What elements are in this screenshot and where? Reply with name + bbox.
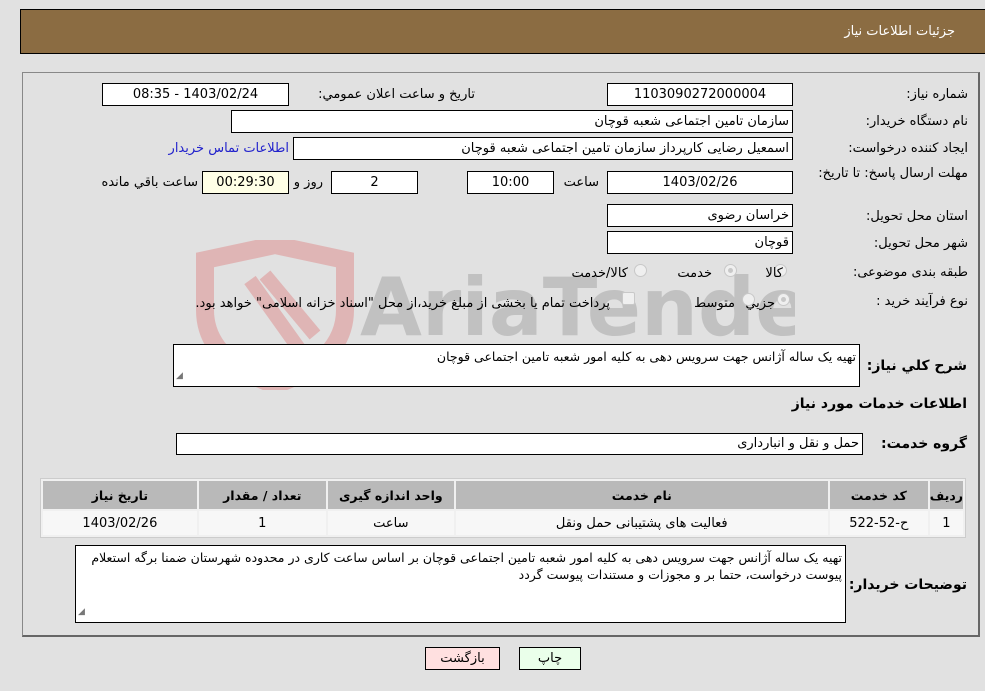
purchase-option-medium: متوسط <box>694 296 735 311</box>
col-header-service-name: نام خدمت <box>455 481 828 509</box>
need-number-label: شماره نیاز: <box>906 87 968 102</box>
purchase-radio-medium[interactable] <box>742 293 755 306</box>
buyer-notes-label: توضيحات خريدار: <box>848 577 967 593</box>
print-button[interactable]: چاپ <box>519 647 581 670</box>
buyer-org-field[interactable]: سازمان تامین اجتماعی شعبه قوچان <box>231 110 793 133</box>
col-header-service-code: کد خدمت <box>829 481 928 509</box>
cell-service-code: ح-52-522 <box>829 511 928 535</box>
deadline-time-field[interactable]: 10:00 <box>467 171 554 194</box>
remaining-time-field: 00:29:30 <box>202 171 289 194</box>
deadline-date-field[interactable]: 1403/02/26 <box>607 171 793 194</box>
cell-unit: ساعت <box>327 511 454 535</box>
announce-datetime-label: تاريخ و ساعت اعلان عمومي: <box>318 87 475 102</box>
general-desc-textarea[interactable]: تهیه یک ساله آژانس جهت سرویس دهی به کلیه… <box>173 344 860 387</box>
service-group-field[interactable]: حمل و نقل و انبارداری <box>176 433 863 455</box>
table-header-row: رديف کد خدمت نام خدمت واحد اندازه گيری ت… <box>43 481 963 509</box>
purchase-type-label: نوع فرآیند خرید : <box>876 294 968 309</box>
cell-row-num: 1 <box>929 511 963 535</box>
resize-handle-icon[interactable]: ◢ <box>78 604 85 621</box>
category-option-goods-service: کالا/خدمت <box>571 266 628 281</box>
services-section-title: اطلاعات خدمات مورد نياز <box>791 396 967 412</box>
need-number-field[interactable]: 1103090272000004 <box>607 83 793 106</box>
city-label: شهر محل تحویل: <box>873 236 968 251</box>
category-radio-service[interactable] <box>724 264 737 277</box>
category-option-service: خدمت <box>677 266 712 281</box>
cell-need-date: 1403/02/26 <box>43 511 197 535</box>
announce-datetime-field[interactable]: 1403/02/24 - 08:35 <box>102 83 289 106</box>
requester-label: ایجاد کننده درخواست: <box>848 141 968 156</box>
general-desc-label: شرح کلي نياز: <box>866 358 967 374</box>
category-label: طبقه بندی موضوعی: <box>852 265 968 280</box>
service-group-label: گروه خدمت: <box>881 436 967 452</box>
col-header-need-date: تاريخ نياز <box>43 481 197 509</box>
col-header-unit: واحد اندازه گيری <box>327 481 454 509</box>
services-table: رديف کد خدمت نام خدمت واحد اندازه گيری ت… <box>40 478 966 538</box>
category-option-goods: کالا <box>765 266 783 281</box>
resize-handle-icon[interactable]: ◢ <box>176 368 183 385</box>
treasury-note: پرداخت تمام یا بخشی از مبلغ خرید،از محل … <box>195 296 610 311</box>
city-field[interactable]: قوچان <box>607 231 793 254</box>
cell-quantity: 1 <box>198 511 326 535</box>
treasury-checkbox[interactable] <box>622 292 635 305</box>
buyer-notes-textarea[interactable]: تهیه یک ساله آژانس جهت سرویس دهی به کلیه… <box>75 545 846 623</box>
col-header-row-num: رديف <box>929 481 963 509</box>
back-button[interactable]: بازگشت <box>425 647 500 670</box>
category-radio-goods-service[interactable] <box>634 264 647 277</box>
buyer-org-label: نام دستگاه خریدار: <box>865 114 968 129</box>
remaining-label: ساعت باقي مانده <box>101 175 198 190</box>
buyer-notes-text: تهیه یک ساله آژانس جهت سرویس دهی به کلیه… <box>91 550 842 582</box>
deadline-label: مهلت ارسال پاسخ: تا تاریخ: <box>818 166 968 181</box>
deadline-time-label: ساعت <box>563 175 599 190</box>
purchase-radio-minor[interactable] <box>777 293 790 306</box>
province-field[interactable]: خراسان رضوی <box>607 204 793 227</box>
province-label: استان محل تحویل: <box>866 209 968 224</box>
page-header: جزئیات اطلاعات نیاز <box>20 9 985 54</box>
general-desc-text: تهیه یک ساله آژانس جهت سرویس دهی به کلیه… <box>436 349 856 364</box>
table-row: 1 ح-52-522 فعالیت های پشتیبانی حمل ونقل … <box>43 511 963 535</box>
cell-service-name: فعالیت های پشتیبانی حمل ونقل <box>455 511 828 535</box>
days-label: روز و <box>293 175 323 190</box>
col-header-quantity: تعداد / مقدار <box>198 481 326 509</box>
buyer-contact-link[interactable]: اطلاعات تماس خریدار <box>169 141 289 156</box>
page-title: جزئیات اطلاعات نیاز <box>844 24 955 39</box>
deadline-days-field[interactable]: 2 <box>331 171 418 194</box>
requester-field[interactable]: اسمعیل رضایی کارپرداز سازمان تامین اجتما… <box>293 137 793 160</box>
